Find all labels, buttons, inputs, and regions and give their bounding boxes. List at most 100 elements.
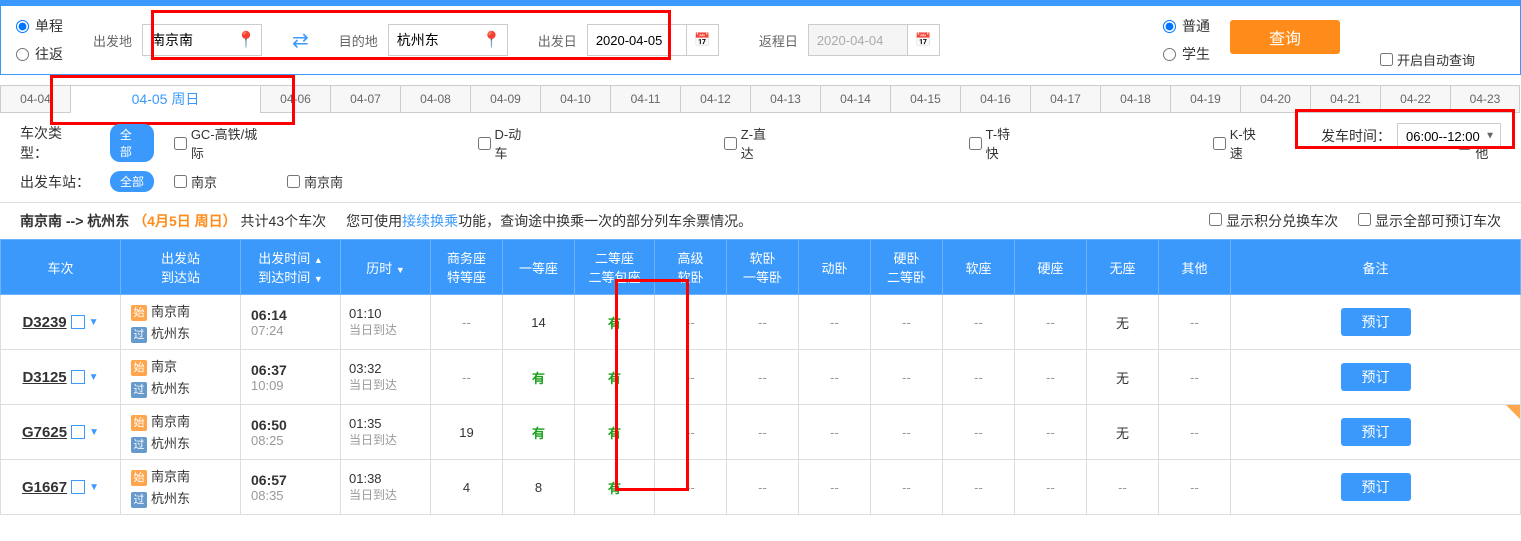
filter-type-all[interactable]: 全部	[110, 124, 154, 162]
train-row: G1667▼始南京南过杭州东06:5708:3501:38当日到达48有----…	[1, 460, 1521, 515]
filter-station-option[interactable]: 南京	[174, 172, 217, 191]
chevron-down-icon[interactable]: ▼	[89, 372, 99, 383]
summary-bar: 南京南 --> 杭州东 （4月5日 周日） 共计43个车次 您可使用接续换乘功能…	[0, 203, 1521, 239]
train-row: D3125▼始南京过杭州东06:3710:0903:32当日到达--有有----…	[1, 350, 1521, 405]
trip-single[interactable]: 单程	[16, 16, 63, 36]
date-tab[interactable]: 04-16	[960, 85, 1030, 113]
filter-type-option[interactable]: T-特快	[969, 124, 1023, 162]
th-business: 商务座特等座	[431, 240, 503, 295]
badge-start: 始	[131, 415, 147, 431]
date-tab[interactable]: 04-12	[680, 85, 750, 113]
date-tab[interactable]: 04-15	[890, 85, 960, 113]
train-row: D3239▼始南京南过杭州东06:1407:2401:10当日到达--14有--…	[1, 295, 1521, 350]
corner-badge	[1506, 405, 1520, 419]
train-number-link[interactable]: G7625	[22, 424, 67, 441]
th-move: 动卧	[799, 240, 871, 295]
show-points-check[interactable]: 显示积分兑换车次	[1209, 211, 1338, 231]
th-train-no[interactable]: 车次	[1, 240, 121, 295]
return-date-input	[808, 24, 908, 56]
train-number-link[interactable]: G1667	[22, 479, 67, 496]
date-tab[interactable]: 04-18	[1100, 85, 1170, 113]
th-softhigh: 高级软卧	[655, 240, 727, 295]
passenger-normal[interactable]: 普通	[1163, 16, 1210, 36]
date-tab[interactable]: 04-11	[610, 85, 680, 113]
date-tab[interactable]: 04-08	[400, 85, 470, 113]
th-softseat: 软座	[943, 240, 1015, 295]
th-station: 出发站到达站	[121, 240, 241, 295]
location-icon: 📍	[236, 30, 256, 50]
chevron-down-icon: ▼	[1485, 131, 1495, 142]
id-icon	[71, 315, 85, 329]
date-tab[interactable]: 04-22	[1380, 85, 1450, 113]
th-time[interactable]: 出发时间 ▲到达时间 ▼	[241, 240, 341, 295]
to-label: 目的地	[339, 31, 378, 50]
date-tab[interactable]: 04-17	[1030, 85, 1100, 113]
book-button[interactable]: 预订	[1341, 363, 1411, 391]
filter-type-option[interactable]: K-快速	[1213, 124, 1269, 162]
badge-pass: 过	[131, 492, 147, 508]
filter-bar: 车次类型： 全部 GC-高铁/城际 D-动车 Z-直达 T-特快 K-快速 其他…	[0, 113, 1521, 203]
th-second: 二等座二等包座	[575, 240, 655, 295]
date-tab[interactable]: 04-23	[1450, 85, 1520, 113]
depart-time-label: 发车时间：	[1321, 126, 1391, 146]
depart-date-label: 出发日	[538, 31, 577, 50]
train-number-link[interactable]: D3239	[22, 314, 66, 331]
badge-start: 始	[131, 470, 147, 486]
date-tabs: 04-0404-05 周日04-0604-0704-0804-0904-1004…	[0, 85, 1521, 113]
passenger-student[interactable]: 学生	[1163, 44, 1210, 64]
from-label: 出发地	[93, 31, 132, 50]
filter-station-all[interactable]: 全部	[110, 171, 154, 192]
date-tab[interactable]: 04-13	[750, 85, 820, 113]
depart-date-input[interactable]	[587, 24, 687, 56]
trip-round[interactable]: 往返	[16, 44, 63, 64]
train-table: 车次 出发站到达站 出发时间 ▲到达时间 ▼ 历时 ▼ 商务座特等座 一等座 二…	[0, 239, 1521, 515]
transfer-link[interactable]: 接续换乘	[402, 213, 458, 229]
show-all-check[interactable]: 显示全部可预订车次	[1358, 211, 1501, 231]
filter-type-label: 车次类型：	[20, 123, 90, 163]
book-button[interactable]: 预订	[1341, 308, 1411, 336]
auto-query[interactable]: 开启自动查询	[1380, 50, 1475, 69]
date-tab[interactable]: 04-07	[330, 85, 400, 113]
calendar-icon: 📅	[908, 24, 940, 56]
train-number-link[interactable]: D3125	[22, 369, 66, 386]
date-tab[interactable]: 04-10	[540, 85, 610, 113]
book-button[interactable]: 预订	[1341, 473, 1411, 501]
id-icon	[71, 480, 85, 494]
date-tab[interactable]: 04-19	[1170, 85, 1240, 113]
route-title: 南京南 --> 杭州东	[20, 213, 129, 229]
filter-type-option[interactable]: GC-高铁/城际	[174, 124, 270, 162]
swap-icon[interactable]: ⇄	[292, 28, 309, 53]
chevron-down-icon[interactable]: ▼	[89, 317, 99, 328]
th-noseat: 无座	[1087, 240, 1159, 295]
badge-start: 始	[131, 305, 147, 321]
calendar-icon[interactable]: 📅	[687, 24, 719, 56]
chevron-down-icon[interactable]: ▼	[89, 427, 99, 438]
badge-pass: 过	[131, 437, 147, 453]
return-date-label: 返程日	[759, 31, 798, 50]
filter-station-option[interactable]: 南京南	[287, 172, 343, 191]
date-tab[interactable]: 04-20	[1240, 85, 1310, 113]
th-remark: 备注	[1231, 240, 1521, 295]
th-soft1: 软卧一等卧	[727, 240, 799, 295]
th-hardsleeper: 硬卧二等卧	[871, 240, 943, 295]
filter-type-option[interactable]: D-动车	[478, 124, 534, 162]
date-tab[interactable]: 04-14	[820, 85, 890, 113]
train-row: G7625▼始南京南过杭州东06:5008:2501:35当日到达19有有---…	[1, 405, 1521, 460]
book-button[interactable]: 预订	[1341, 418, 1411, 446]
filter-type-option[interactable]: Z-直达	[724, 124, 779, 162]
date-tab[interactable]: 04-06	[260, 85, 330, 113]
id-icon	[71, 425, 85, 439]
search-button[interactable]: 查询	[1230, 20, 1340, 54]
th-first: 一等座	[503, 240, 575, 295]
badge-pass: 过	[131, 327, 147, 343]
date-tab[interactable]: 04-04	[0, 85, 70, 113]
th-other: 其他	[1159, 240, 1231, 295]
th-duration[interactable]: 历时 ▼	[341, 240, 431, 295]
badge-pass: 过	[131, 382, 147, 398]
date-tab[interactable]: 04-09	[470, 85, 540, 113]
date-tab[interactable]: 04-21	[1310, 85, 1380, 113]
location-icon: 📍	[482, 30, 502, 50]
filter-station-label: 出发车站：	[20, 172, 90, 192]
chevron-down-icon[interactable]: ▼	[89, 482, 99, 493]
date-tab[interactable]: 04-05 周日	[70, 85, 260, 113]
